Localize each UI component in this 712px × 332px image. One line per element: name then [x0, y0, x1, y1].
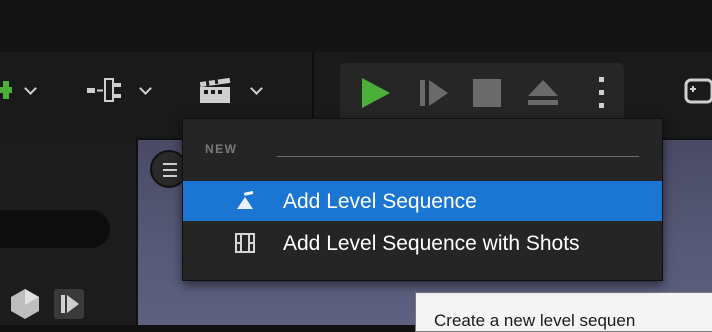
eject-icon[interactable]: [526, 76, 560, 110]
play-icon[interactable]: [358, 76, 392, 110]
cinematics-button[interactable]: [198, 70, 273, 110]
play-controls: [340, 63, 624, 123]
platforms-icon[interactable]: [682, 74, 712, 114]
section-divider: [277, 156, 639, 157]
menu-item-label: Add Level Sequence: [283, 190, 477, 213]
view-mode-icon[interactable]: [8, 287, 42, 321]
chevron-down-icon: [24, 82, 37, 95]
level-sequence-icon: [237, 191, 254, 209]
left-panel-icon-bar: [0, 283, 136, 325]
filter-icon[interactable]: [52, 287, 86, 321]
title-bar: [0, 0, 712, 52]
menu-section-header: NEW: [183, 137, 662, 163]
add-content-icon: [0, 81, 12, 99]
section-header-label: NEW: [205, 142, 238, 156]
tooltip-text: Create a new level sequen: [434, 311, 636, 330]
blueprint-icon: [87, 78, 121, 102]
stop-icon[interactable]: [472, 78, 502, 108]
menu-item-label: Add Level Sequence with Shots: [283, 232, 580, 255]
chevron-down-icon: [250, 82, 263, 95]
level-sequence-shots-icon: [235, 233, 255, 253]
menu-item-add-level-sequence-with-shots[interactable]: Add Level Sequence with Shots: [183, 223, 662, 263]
advance-frame-icon[interactable]: [418, 76, 452, 110]
chevron-down-icon: [139, 82, 152, 95]
tooltip: Create a new level sequen: [415, 292, 712, 332]
menu-item-add-level-sequence[interactable]: Add Level Sequence: [183, 181, 662, 221]
search-input[interactable]: [0, 210, 110, 248]
add-content-button[interactable]: [0, 70, 50, 110]
more-options-icon[interactable]: [596, 75, 606, 111]
blueprint-button[interactable]: [85, 70, 160, 110]
cinematics-dropdown-menu: NEW Add Level Sequence Add Level Sequenc…: [182, 118, 663, 281]
left-panel: [0, 138, 136, 325]
cinematics-icon: [199, 77, 231, 103]
